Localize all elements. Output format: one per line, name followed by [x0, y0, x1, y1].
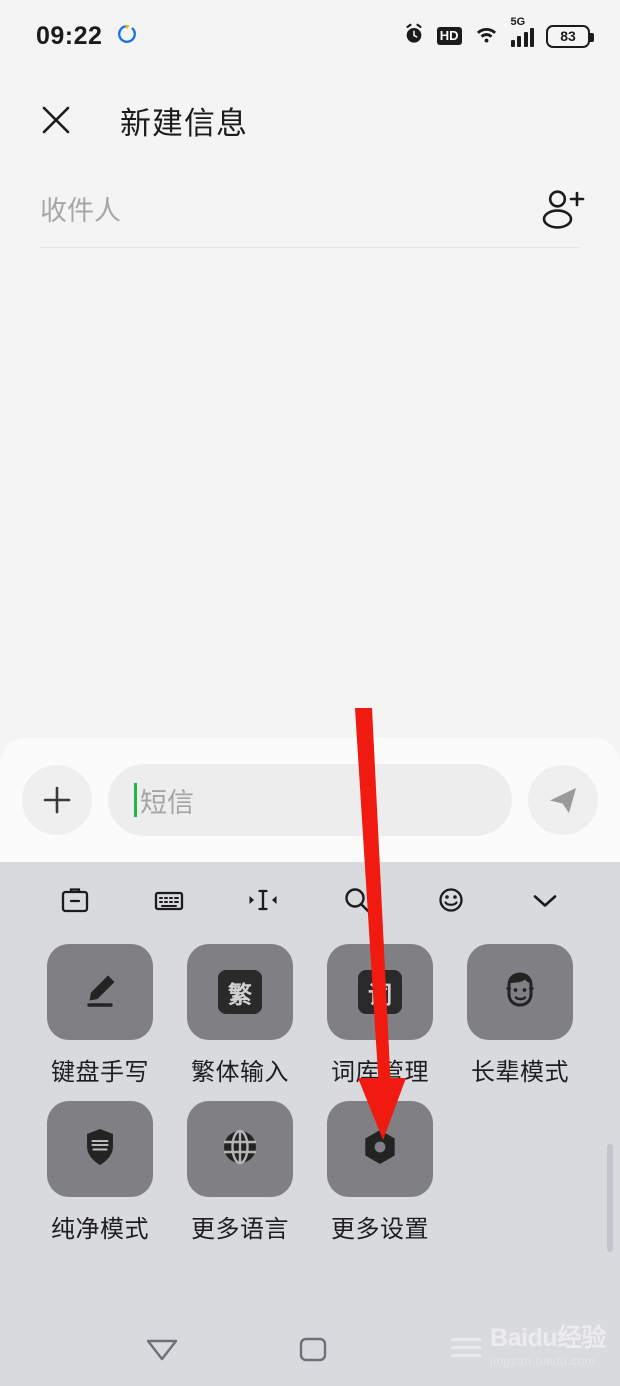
tile-row: 键盘手写 繁 繁体输入 词 词库管理 长辈模式 — [30, 944, 590, 1101]
tile-label: 词库管理 — [331, 1059, 429, 1086]
battery-indicator: 83 — [546, 24, 594, 48]
pencil-icon — [77, 967, 123, 1018]
status-time: 09:22 — [36, 21, 103, 50]
tile-handwriting[interactable]: 键盘手写 — [30, 944, 170, 1087]
search-icon[interactable] — [334, 877, 380, 923]
plus-icon[interactable] — [22, 765, 92, 835]
tile-label: 更多语言 — [191, 1216, 289, 1243]
tile-row: 纯净模式 更多语言 更多设置 — [30, 1101, 590, 1258]
browser-app-icon — [116, 23, 138, 50]
tile-more-languages[interactable]: 更多语言 — [170, 1101, 310, 1244]
phone-screen: 09:22 HD 5G 83 新建信息 收件人 短信 键盘手写 繁 繁体输入 词… — [0, 0, 620, 1386]
tile-dictionary[interactable]: 词 词库管理 — [310, 944, 450, 1087]
tile-label: 更多设置 — [331, 1216, 429, 1243]
signal-bars-icon: 5G — [510, 16, 534, 47]
keyboard-toolbar — [0, 862, 620, 938]
tile-label: 键盘手写 — [51, 1059, 149, 1086]
alarm-clock-icon — [403, 23, 425, 50]
tile-more-settings[interactable]: 更多设置 — [310, 1101, 450, 1244]
text-caret — [134, 783, 137, 817]
hd-badge: HD — [436, 26, 462, 46]
watermark-url: jingyan.baidu.com — [490, 1354, 596, 1368]
status-bar-left: 09:22 — [36, 22, 138, 51]
tile-icon-box — [47, 1101, 153, 1197]
dictionary-icon: 词 — [358, 970, 402, 1014]
battery-level-label: 83 — [560, 28, 576, 44]
hamburger-icon — [451, 1337, 482, 1357]
recipient-divider — [40, 247, 580, 248]
tile-label: 繁体输入 — [191, 1059, 289, 1086]
app-bar: 新建信息 — [0, 72, 620, 168]
back-triangle-icon[interactable] — [142, 1334, 182, 1369]
message-thread-area — [0, 250, 620, 738]
status-bar-right: HD 5G 83 — [403, 16, 594, 50]
cursor-move-icon[interactable] — [240, 877, 286, 923]
settings-nut-icon — [357, 1124, 403, 1175]
recipient-row — [0, 172, 620, 250]
message-composer: 短信 — [0, 738, 620, 862]
baidu-watermark: Baidu经验 jingyan.baidu.com — [451, 1326, 606, 1368]
tile-icon-box: 词 — [327, 944, 433, 1040]
elder-face-icon — [497, 967, 543, 1018]
globe-icon — [217, 1124, 263, 1175]
keyboard-settings-panel: 键盘手写 繁 繁体输入 词 词库管理 长辈模式 纯净模式 更多语言 更多设置 — [0, 862, 620, 1310]
emoji-icon[interactable] — [428, 877, 474, 923]
traditional-chinese-icon: 繁 — [218, 970, 262, 1014]
tile-pure-mode[interactable]: 纯净模式 — [30, 1101, 170, 1244]
clipboard-icon[interactable] — [52, 877, 98, 923]
tile-label: 纯净模式 — [51, 1216, 149, 1243]
tile-icon-box — [327, 1101, 433, 1197]
page-title: 新建信息 — [120, 105, 248, 141]
tile-icon-box — [47, 944, 153, 1040]
message-placeholder: 短信 — [140, 787, 194, 818]
close-icon[interactable] — [38, 102, 74, 138]
tile-icon-box: 繁 — [187, 944, 293, 1040]
tile-elder-mode[interactable]: 长辈模式 — [450, 944, 590, 1087]
tile-traditional-chinese[interactable]: 繁 繁体输入 — [170, 944, 310, 1087]
recipient-input[interactable] — [40, 195, 540, 227]
send-icon[interactable] — [528, 765, 598, 835]
watermark-text: Baidu经验 jingyan.baidu.com — [490, 1324, 606, 1369]
message-input[interactable]: 短信 — [108, 764, 512, 836]
keyboard-icon[interactable] — [146, 877, 192, 923]
keyboard-tile-grid: 键盘手写 繁 繁体输入 词 词库管理 长辈模式 纯净模式 更多语言 更多设置 — [0, 938, 620, 1258]
network-type-label: 5G — [510, 16, 526, 28]
tile-label: 长辈模式 — [471, 1059, 569, 1086]
home-square-icon[interactable] — [296, 1334, 330, 1369]
tile-icon-box — [467, 944, 573, 1040]
chevron-down-icon[interactable] — [522, 877, 568, 923]
wifi-icon — [474, 23, 499, 49]
tile-empty-slot — [450, 1101, 590, 1244]
watermark-brand: Baidu经验 — [490, 1324, 606, 1352]
panel-scrollbar[interactable] — [607, 1144, 613, 1252]
status-bar: 09:22 HD 5G 83 — [0, 0, 620, 72]
tile-icon-box — [187, 1101, 293, 1197]
add-contact-icon[interactable] — [540, 188, 586, 235]
shield-keyboard-icon — [77, 1124, 123, 1175]
